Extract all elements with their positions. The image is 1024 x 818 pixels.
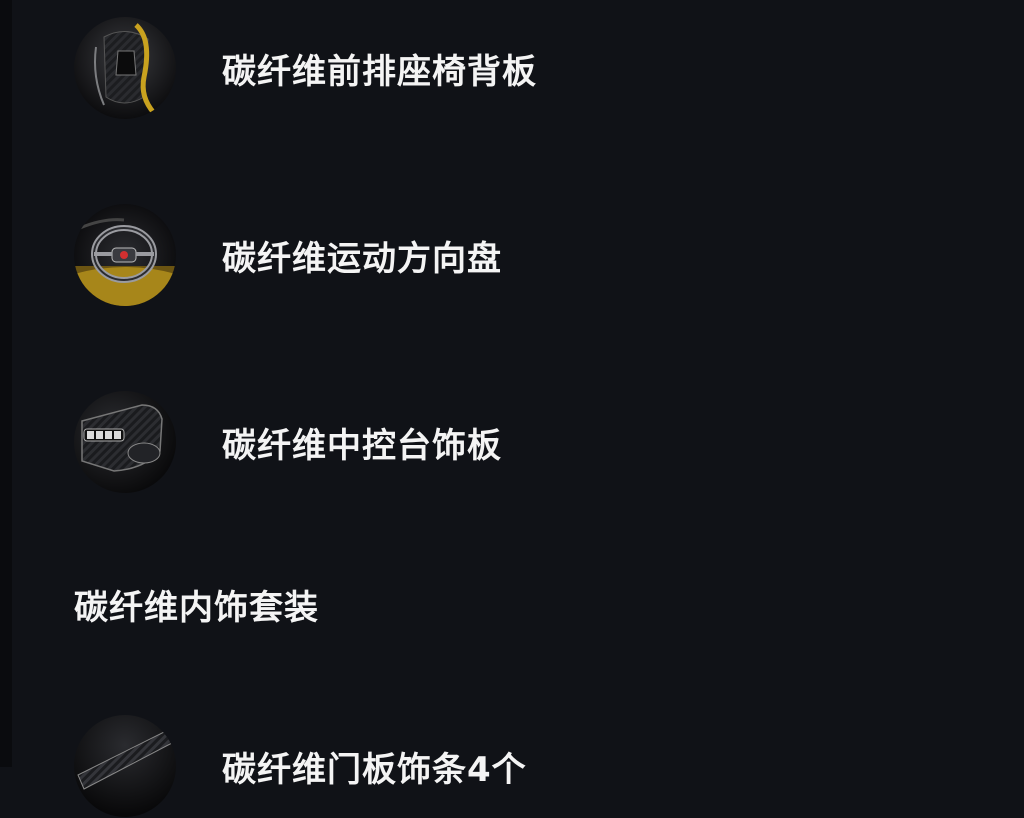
section-title: 碳纤维内饰套装 xyxy=(74,588,319,628)
seat-back-icon xyxy=(74,17,176,119)
list-item-door-trim[interactable]: 碳纤维门板饰条4个 xyxy=(74,714,527,818)
list-item-steering-wheel[interactable]: 碳纤维运动方向盘 xyxy=(74,203,502,307)
accessory-list: 碳纤维前排座椅背板 碳纤维运动方向盘 碳纤维中控台饰板 碳纤维内饰套装 碳纤维门… xyxy=(0,0,1024,817)
list-item-seat-back[interactable]: 碳纤维前排座椅背板 xyxy=(74,16,537,120)
list-item-center-console[interactable]: 碳纤维中控台饰板 xyxy=(74,390,502,494)
item-label-door-trim: 碳纤维门板饰条4个 xyxy=(222,749,527,790)
item-label-center-console: 碳纤维中控台饰板 xyxy=(222,425,502,466)
steering-wheel-icon xyxy=(74,204,176,306)
item-label-seat-back: 碳纤维前排座椅背板 xyxy=(222,51,537,92)
item-label-steering-wheel: 碳纤维运动方向盘 xyxy=(222,238,502,279)
center-console-icon xyxy=(74,391,176,493)
door-trim-icon xyxy=(74,715,176,817)
